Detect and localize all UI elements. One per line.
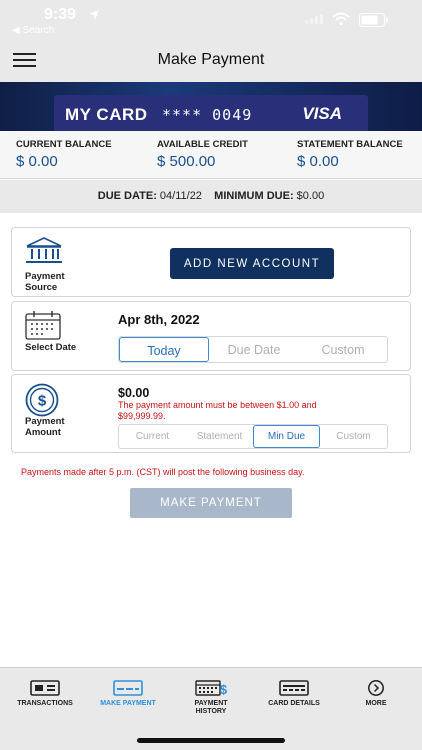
payment-amount-error: The payment amount must be between $1.00… — [118, 400, 317, 421]
amount-option-min-due[interactable]: Min Due — [253, 425, 320, 448]
tab-card-details-label: CARD DETAILS — [268, 700, 320, 707]
card-number: **** 0049 — [162, 106, 253, 124]
amount-option-current[interactable]: Current — [119, 425, 186, 448]
select-date-panel: Select Date Apr 8th, 2022 Today Due Date… — [11, 301, 411, 371]
tab-more-label: MORE — [365, 700, 387, 707]
wifi-icon — [332, 12, 350, 26]
statement-balance: STATEMENT BALANCE $ 0.00 — [297, 139, 403, 170]
date-option-due-date[interactable]: Due Date — [209, 337, 299, 362]
date-option-selector: Today Due Date Custom — [118, 336, 388, 363]
back-to-search-link[interactable]: ◀ Search — [12, 25, 54, 36]
status-time: 9:39 — [44, 6, 77, 23]
amount-option-statement[interactable]: Statement — [186, 425, 253, 448]
due-info: DUE DATE: 04/11/22 MINIMUM DUE: $0.00 — [0, 180, 422, 213]
transactions-icon — [30, 680, 60, 696]
minimum-due-value: $0.00 — [296, 190, 325, 202]
credit-card-image: MY CARD **** 0049 VISA — [54, 95, 368, 131]
current-balance-value: $ 0.00 — [16, 153, 58, 170]
svg-text:$: $ — [38, 393, 47, 410]
card-name: MY CARD — [65, 105, 148, 124]
due-date-label: DUE DATE: — [97, 190, 157, 202]
balance-summary: CURRENT BALANCE $ 0.00 AVAILABLE CREDIT … — [0, 131, 422, 179]
battery-icon — [359, 13, 388, 27]
location-arrow-icon — [89, 10, 99, 20]
add-new-account-button[interactable]: ADD NEW ACCOUNT — [170, 248, 334, 279]
statement-balance-label: STATEMENT BALANCE — [297, 139, 403, 150]
select-date-label: Select Date — [25, 342, 77, 353]
tab-payment-history-label: PAYMENT HISTORY — [194, 700, 228, 715]
date-option-today[interactable]: Today — [119, 337, 209, 362]
available-credit-label: AVAILABLE CREDIT — [157, 139, 248, 150]
tab-more[interactable]: MORE — [338, 680, 414, 708]
due-date-value: 04/11/22 — [159, 190, 202, 202]
tab-make-payment[interactable]: MAKE PAYMENT — [90, 680, 166, 708]
selected-date: Apr 8th, 2022 — [118, 312, 200, 327]
current-balance-label: CURRENT BALANCE — [16, 139, 112, 150]
statement-balance-value: $ 0.00 — [297, 153, 339, 170]
tab-transactions-label: TRANSACTIONS — [17, 700, 73, 707]
payment-amount-label: Payment Amount — [25, 416, 65, 438]
tab-make-payment-label: MAKE PAYMENT — [100, 700, 156, 707]
tab-payment-history[interactable]: $ PAYMENT HISTORY — [173, 680, 249, 716]
tab-transactions[interactable]: TRANSACTIONS — [7, 680, 83, 708]
payment-amount-value[interactable]: $0.00 — [118, 386, 149, 400]
minimum-due-label: MINIMUM DUE: — [214, 190, 294, 202]
amount-option-custom[interactable]: Custom — [320, 425, 387, 448]
payment-history-icon: $ — [195, 680, 227, 696]
amount-option-selector: Current Statement Min Due Custom — [118, 424, 388, 449]
date-option-custom[interactable]: Custom — [299, 337, 387, 362]
payment-source-panel: Payment Source ADD NEW ACCOUNT — [11, 227, 411, 297]
tab-card-details[interactable]: CARD DETAILS — [256, 680, 332, 708]
more-icon — [368, 680, 384, 696]
cellular-signal-icon — [305, 14, 323, 24]
card-details-icon — [279, 680, 309, 696]
calendar-icon[interactable] — [25, 310, 61, 340]
card-banner: MY CARD **** 0049 VISA — [0, 82, 422, 131]
cutoff-notice: Payments made after 5 p.m. (CST) will po… — [21, 467, 305, 477]
home-indicator — [137, 738, 285, 743]
bank-icon — [26, 237, 62, 263]
payment-amount-panel: $ Payment Amount $0.00 The payment amoun… — [11, 374, 411, 453]
card-brand-logo: VISA — [302, 104, 342, 123]
svg-text:$: $ — [220, 682, 227, 696]
payment-source-label: Payment Source — [25, 271, 65, 293]
status-bar: 9:39 ◀ Search — [0, 0, 422, 38]
dollar-coin-icon: $ — [25, 383, 59, 417]
current-balance: CURRENT BALANCE $ 0.00 — [16, 139, 112, 170]
available-credit: AVAILABLE CREDIT $ 500.00 — [157, 139, 248, 170]
page-title: Make Payment — [157, 51, 265, 68]
nav-bar: Make Payment — [0, 38, 422, 82]
make-payment-icon — [113, 680, 143, 696]
make-payment-button[interactable]: MAKE PAYMENT — [130, 488, 292, 518]
available-credit-value: $ 500.00 — [157, 153, 216, 170]
